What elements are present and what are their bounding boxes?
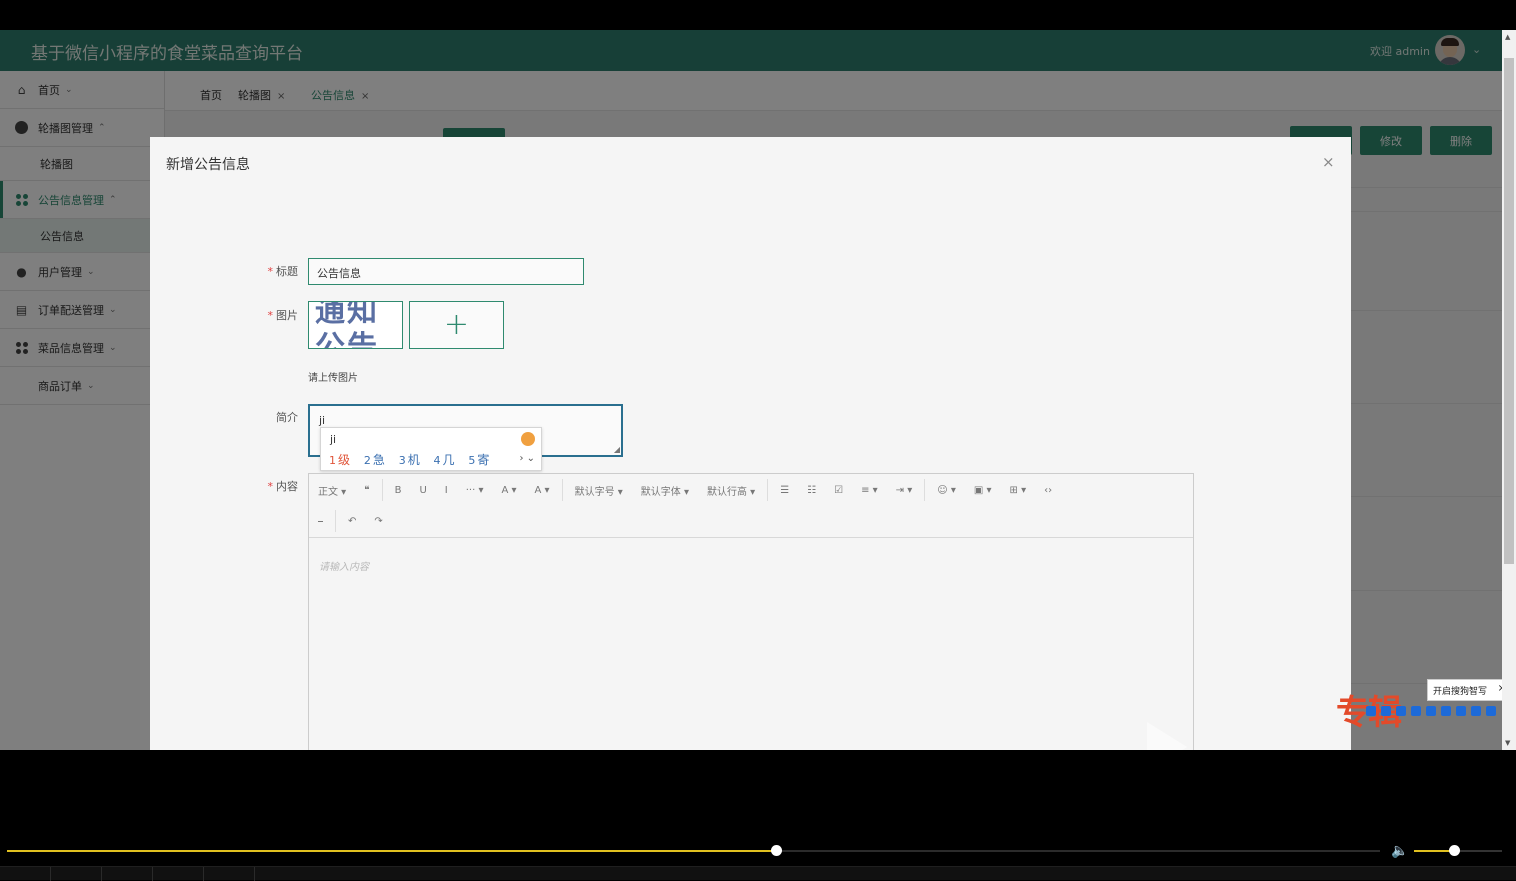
ime-candidate-popup: ji 1级 2急 3机 4几 5寄 › ⌄ [320, 427, 542, 471]
bullet-list-icon[interactable]: ☰ [771, 485, 798, 496]
volume-knob[interactable] [1448, 845, 1460, 856]
ime-candidate[interactable]: 5寄 [468, 453, 489, 467]
italic-icon[interactable]: I [436, 485, 457, 496]
add-notice-dialog: 新增公告信息 × * 标题 公告信息 * 图片 通知 公告 + 请上传图片 简介 j… [150, 137, 1351, 750]
underline-icon[interactable]: U [410, 485, 435, 496]
bg-color-icon[interactable]: A ▾ [526, 485, 559, 496]
heading-select[interactable]: 正文 ▾ [309, 483, 355, 498]
sogou-tool-icon[interactable] [1366, 706, 1376, 716]
font-size-select[interactable]: 默认字号 ▾ [566, 483, 632, 498]
more-icon[interactable]: ··· ▾ [457, 485, 493, 496]
code-icon[interactable]: ‹› [1035, 485, 1061, 496]
ime-candidate[interactable]: 3机 [399, 453, 420, 467]
volume-slider[interactable] [1414, 845, 1502, 856]
sogou-logo-icon [521, 432, 535, 446]
ime-candidates: 1级 2急 3机 4几 5寄 [329, 451, 499, 468]
intro-value: ji [319, 414, 326, 427]
todo-icon[interactable]: ☑ [825, 485, 852, 496]
scroll-thumb[interactable] [1504, 58, 1514, 564]
image-label: * 图片 [267, 309, 299, 322]
editor-toolbar-row2: ⎯ ↶ ↷ [309, 505, 1193, 537]
scroll-down-icon[interactable]: ▼ [1505, 739, 1510, 747]
scroll-up-icon[interactable]: ▲ [1505, 33, 1510, 41]
divider-icon[interactable]: ⎯ [309, 516, 332, 527]
close-icon[interactable]: × [1322, 153, 1335, 171]
editor-toolbar: 正文 ▾ ❝ B U I ··· ▾ A ▾ A ▾ 默认字号 ▾ 默认字体 ▾… [309, 474, 1193, 506]
volume-icon[interactable]: 🔈 [1391, 843, 1408, 859]
intro-label: 简介 [276, 411, 298, 424]
uploaded-image-thumbnail[interactable]: 通知 公告 [308, 301, 403, 349]
emoji-icon[interactable]: ☺ ▾ [928, 485, 965, 496]
editor-placeholder: 请输入内容 [319, 562, 369, 573]
sogou-tool-icon[interactable] [1456, 706, 1466, 716]
play-watermark-icon [1147, 722, 1187, 750]
ime-candidate[interactable]: 1级 [329, 453, 350, 467]
undo-icon[interactable]: ↶ [339, 516, 365, 527]
table-icon[interactable]: ⊞ ▾ [1001, 485, 1036, 496]
sogou-tool-icon[interactable] [1471, 706, 1481, 716]
sogou-tool-icon[interactable] [1396, 706, 1406, 716]
app-window: 基于微信小程序的食堂菜品查询平台 欢迎 admin ⌄ ⌂ 首页 ⌄ 轮播图管理… [0, 30, 1502, 750]
progress-fill [7, 850, 776, 852]
indent-icon[interactable]: ⇥ ▾ [887, 485, 922, 496]
sogou-tip[interactable]: 开启搜狗智写 × [1427, 679, 1502, 701]
player-bottom-strip [0, 866, 1516, 881]
image-icon[interactable]: ▣ ▾ [965, 485, 1001, 496]
line-height-select[interactable]: 默认行高 ▾ [698, 483, 764, 498]
sogou-tool-icon[interactable] [1381, 706, 1391, 716]
rich-text-editor[interactable]: 正文 ▾ ❝ B U I ··· ▾ A ▾ A ▾ 默认字号 ▾ 默认字体 ▾… [308, 473, 1194, 750]
ime-candidate[interactable]: 4几 [434, 453, 455, 467]
upload-hint: 请上传图片 [308, 373, 358, 384]
progress-knob[interactable] [770, 845, 782, 856]
upload-button[interactable]: + [409, 301, 504, 349]
sogou-tool-icon[interactable] [1441, 706, 1451, 716]
numbered-list-icon[interactable]: ☷ [798, 485, 825, 496]
sogou-tool-icon[interactable] [1486, 706, 1496, 716]
dialog-title: 新增公告信息 [166, 157, 250, 173]
align-icon[interactable]: ≡ ▾ [852, 485, 887, 496]
sogou-tool-icon[interactable] [1426, 706, 1436, 716]
title-input[interactable]: 公告信息 [308, 258, 584, 285]
bold-icon[interactable]: B [386, 485, 411, 496]
vertical-scrollbar[interactable]: ▲ ▼ [1502, 30, 1516, 750]
sogou-toolbar [1362, 702, 1502, 720]
quote-icon[interactable]: ❝ [355, 485, 378, 496]
title-label: * 标题 [267, 265, 299, 278]
sogou-tool-icon[interactable] [1411, 706, 1421, 716]
ime-composition: ji [330, 433, 337, 446]
content-label: * 内容 [267, 480, 299, 493]
video-progress-bar[interactable] [7, 845, 1380, 856]
resize-handle[interactable]: ◢ [614, 445, 620, 454]
plus-icon: + [443, 307, 470, 342]
volume-fill [1414, 850, 1454, 852]
redo-icon[interactable]: ↷ [365, 516, 391, 527]
font-family-select[interactable]: 默认字体 ▾ [632, 483, 698, 498]
ime-candidate[interactable]: 2急 [364, 453, 385, 467]
ime-more-icon[interactable]: › ⌄ [519, 453, 535, 464]
font-color-icon[interactable]: A ▾ [492, 485, 525, 496]
